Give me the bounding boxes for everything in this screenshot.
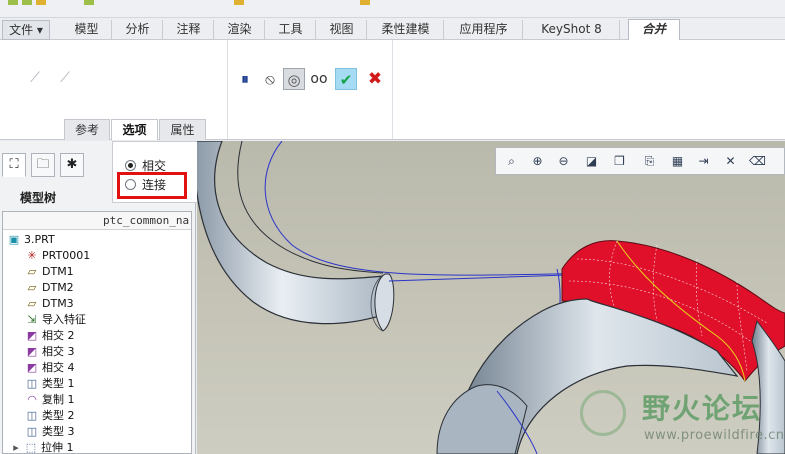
verify-glasses-button[interactable]: oo xyxy=(308,68,330,90)
tab-annotate[interactable]: 注释 xyxy=(164,20,214,40)
tree-item[interactable]: ◩ 相交 3 xyxy=(25,344,75,360)
intersect-icon: ◩ xyxy=(26,361,38,374)
view-toolbar: ⌕ ⊕ ⊖ ◪ ❒ ⎘ ▦ ⇥ ✕ ⌫ xyxy=(495,147,785,175)
plane-icon: ▱ xyxy=(27,297,37,310)
no-preview-button[interactable]: ⦸ xyxy=(259,68,281,90)
main-ribbon-tabs: 文件 ▾ 模型 分析 注释 渲染 工具 视图 柔性建模 应用程序 KeyShot… xyxy=(0,18,785,41)
tree-column-header: ptc_common_na xyxy=(3,212,191,230)
extrude-icon: ⬚ xyxy=(25,441,37,454)
merge-ribbon: ⟋ ⟋ ⏸ ⦸ ◎ oo ✔ ✖ 参考 选项 属性 xyxy=(0,40,785,140)
ok-button[interactable]: ✔ xyxy=(335,68,357,90)
surface-icon: ◫ xyxy=(26,425,38,438)
tree-column-name[interactable]: ptc_common_na xyxy=(103,214,189,227)
tree-item[interactable]: ◩ 相交 4 xyxy=(25,360,75,376)
tree-item[interactable]: ▱ DTM3 xyxy=(25,296,74,312)
tab-merge[interactable]: 合并 xyxy=(628,19,680,41)
tab-view[interactable]: 视图 xyxy=(317,20,367,40)
model-tree-tab-icon[interactable]: ⛶ xyxy=(2,153,26,177)
subtab-properties[interactable]: 属性 xyxy=(159,119,206,140)
annotation-display-icon[interactable]: ⌫ xyxy=(747,151,768,172)
view-manager-icon[interactable]: ▦ xyxy=(667,151,688,172)
swap-direction-icon: ⟋ xyxy=(30,70,40,86)
tab-tools[interactable]: 工具 xyxy=(266,20,316,40)
band-inner-surface xyxy=(436,384,528,454)
tree-item[interactable]: ▱ DTM2 xyxy=(25,280,74,296)
tree-item[interactable]: ◫ 类型 1 xyxy=(25,376,75,392)
import-icon: ⇲ xyxy=(27,313,37,326)
annotation-highlight-box xyxy=(117,172,187,199)
refit-icon[interactable]: ⌕ xyxy=(501,151,522,172)
tree-item[interactable]: ◩ 相交 2 xyxy=(25,328,75,344)
model-tree-title: 模型树 xyxy=(20,191,57,205)
forum-watermark: 野火论坛 www.proewildfire.cn xyxy=(572,387,785,454)
tree-item[interactable]: ✳ PRT0001 xyxy=(25,248,90,264)
ribbon-separator xyxy=(227,40,228,139)
surface-icon: ◫ xyxy=(26,409,38,422)
tree-item[interactable]: ▱ DTM1 xyxy=(25,264,74,280)
swap-direction-icon: ⟋ xyxy=(60,70,70,86)
model-tree: ptc_common_na ▣ 3.PRT ✳ PRT0001 ▱ DTM1 ▱ DTM… xyxy=(2,211,192,454)
intersect-icon: ◩ xyxy=(26,329,38,342)
intersect-icon: ◩ xyxy=(26,345,38,358)
watermark-title: 野火论坛 xyxy=(642,392,763,425)
folder-browser-tab-icon[interactable]: 🗀 xyxy=(31,153,55,177)
preview-button[interactable]: ◎ xyxy=(283,68,305,90)
tab-analysis[interactable]: 分析 xyxy=(113,20,163,40)
tree-item[interactable]: ◠ 复制 1 xyxy=(25,392,74,408)
expand-arrow-icon[interactable]: ▸ xyxy=(11,440,21,453)
tab-file[interactable]: 文件 ▾ xyxy=(2,20,50,40)
tree-item[interactable]: ◫ 类型 3 xyxy=(25,424,75,440)
tab-model[interactable]: 模型 xyxy=(62,20,112,40)
tree-item[interactable]: ▸ ⬚ 拉伸 1 xyxy=(11,440,73,454)
pause-button[interactable]: ⏸ xyxy=(234,68,256,90)
plane-icon: ▱ xyxy=(27,265,37,278)
tab-applications[interactable]: 应用程序 xyxy=(445,20,523,40)
tab-keyshot[interactable]: KeyShot 8 xyxy=(524,20,620,40)
tab-render[interactable]: 渲染 xyxy=(215,20,265,40)
radio-checked-icon[interactable] xyxy=(125,160,136,171)
surface-icon: ◫ xyxy=(26,377,38,390)
tree-item[interactable]: ▣ 3.PRT xyxy=(7,232,55,248)
tree-item[interactable]: ⇲ 导入特征 xyxy=(25,312,86,328)
favorites-tab-icon[interactable]: ✱ xyxy=(60,153,84,177)
cancel-button[interactable]: ✖ xyxy=(364,68,386,90)
perspective-icon[interactable]: ⇥ xyxy=(693,151,714,172)
display-style-icon[interactable]: ❒ xyxy=(609,151,630,172)
quick-access-icon[interactable] xyxy=(22,0,32,5)
zoom-out-icon[interactable]: ⊖ xyxy=(553,151,574,172)
watermark-url: www.proewildfire.cn xyxy=(644,428,785,443)
quick-access-icon[interactable] xyxy=(234,0,244,5)
guide-line xyxy=(388,274,568,282)
plane-icon: ▱ xyxy=(27,281,37,294)
csys-icon: ✳ xyxy=(27,249,37,262)
subtab-options[interactable]: 选项 xyxy=(111,119,158,140)
quick-access-icon[interactable] xyxy=(84,0,94,5)
copy-icon: ◠ xyxy=(27,393,37,406)
tube-edge xyxy=(237,141,384,274)
saved-views-icon[interactable]: ⎘ xyxy=(639,151,660,172)
datum-display-icon[interactable]: ✕ xyxy=(720,151,741,172)
quick-access-icon[interactable] xyxy=(8,0,18,5)
quick-access-strip xyxy=(0,0,785,18)
tube-surface xyxy=(197,141,390,325)
subtab-references[interactable]: 参考 xyxy=(64,119,110,140)
butterfly-logo-icon xyxy=(580,390,626,436)
ribbon-separator xyxy=(392,40,393,139)
quick-access-icon[interactable] xyxy=(360,0,370,5)
part-icon: ▣ xyxy=(8,233,20,246)
zoom-in-icon[interactable]: ⊕ xyxy=(527,151,548,172)
tab-flexible-modeling[interactable]: 柔性建模 xyxy=(368,20,444,40)
quick-access-icon[interactable] xyxy=(36,0,46,5)
tree-item[interactable]: ◫ 类型 2 xyxy=(25,408,75,424)
repaint-icon[interactable]: ◪ xyxy=(581,151,602,172)
